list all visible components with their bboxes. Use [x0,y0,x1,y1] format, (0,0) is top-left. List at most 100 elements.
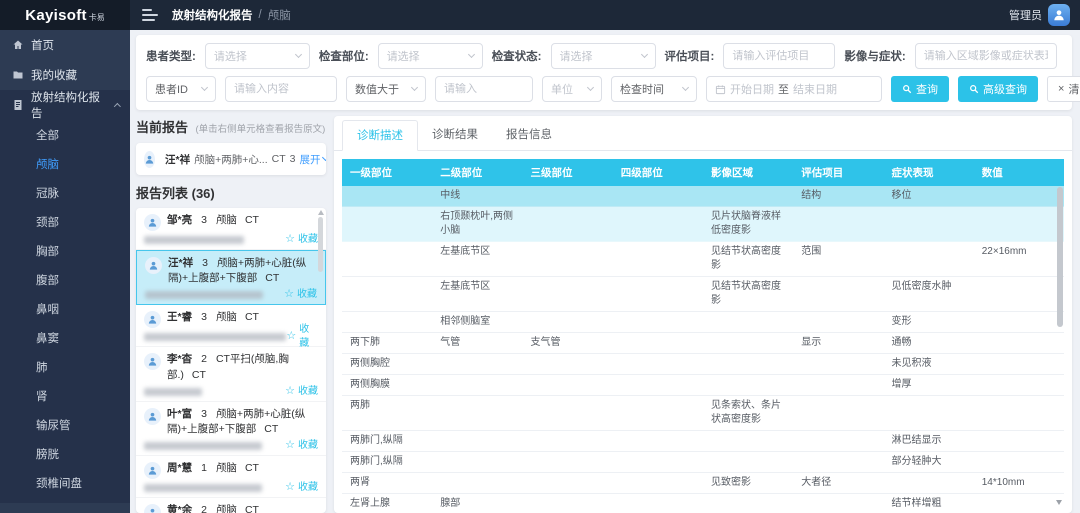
sidebar-subitem[interactable]: 鼻咽 [0,294,130,323]
table-row[interactable]: 左肾上腺腺部结节样增粗 [342,494,1064,507]
table-cell[interactable] [613,354,703,374]
detail-tab[interactable]: 诊断结果 [418,120,492,150]
table-cell[interactable]: 气管 [432,333,522,353]
table-cell[interactable]: 中线 [432,186,522,206]
table-cell[interactable] [703,431,793,451]
table-cell[interactable]: 腺部 [432,494,522,507]
table-cell[interactable] [613,494,703,507]
exam-part-select[interactable]: 请选择 [378,43,483,69]
value-compare-select[interactable]: 数值大于 [346,76,426,102]
table-cell[interactable] [342,312,432,332]
table-cell[interactable] [974,333,1064,353]
sidebar-subitem[interactable]: 肺 [0,352,130,381]
report-list-item[interactable]: 王*睿3颅脑CT ☆ 收藏 [136,305,326,347]
table-cell[interactable] [703,186,793,206]
table-cell[interactable] [703,333,793,353]
table-cell[interactable] [342,277,432,311]
table-cell[interactable] [523,396,613,430]
table-cell[interactable] [974,375,1064,395]
sidebar-subitem[interactable]: 冠脉 [0,178,130,207]
report-list-item[interactable]: 李*杳2CT平扫(颅脑,胸部.)CT ☆ 收藏 [136,347,326,401]
table-cell[interactable] [974,207,1064,241]
table-cell[interactable] [974,396,1064,430]
table-cell[interactable] [974,431,1064,451]
table-cell[interactable] [342,186,432,206]
table-cell[interactable]: 变形 [884,312,974,332]
table-cell[interactable] [613,396,703,430]
table-cell[interactable] [793,354,883,374]
table-cell[interactable] [793,312,883,332]
table-cell[interactable] [523,494,613,507]
breadcrumb-root[interactable]: 放射结构化报告 [172,7,253,23]
menu-collapse-icon[interactable] [142,9,158,21]
table-cell[interactable] [432,354,522,374]
table-cell[interactable]: 见结节状高密度影 [703,242,793,276]
table-row[interactable]: 相邻侧脑室变形 [342,312,1064,333]
table-cell[interactable]: 见致密影 [703,473,793,493]
table-cell[interactable] [613,312,703,332]
table-cell[interactable] [432,473,522,493]
table-cell[interactable] [432,431,522,451]
table-cell[interactable] [342,207,432,241]
favorite-button[interactable]: ☆ 收藏 [286,323,318,352]
table-cell[interactable] [974,277,1064,311]
date-range-picker[interactable]: 开始日期 至 结束日期 [706,76,882,102]
table-cell[interactable]: 右顶颞枕叶,两侧小脑 [432,207,522,241]
table-cell[interactable] [793,494,883,507]
patient-id-field-select[interactable]: 患者ID [146,76,216,102]
unit-select[interactable]: 单位 [542,76,602,102]
table-cell[interactable]: 两肺门,纵隔 [342,431,432,451]
table-cell[interactable] [703,375,793,395]
sidebar-item-favorites[interactable]: 我的收藏 [0,60,130,90]
clear-button[interactable]: × 清空 [1047,76,1080,102]
table-cell[interactable]: 14*10mm [974,473,1064,493]
table-cell[interactable] [342,242,432,276]
table-cell[interactable]: 支气管 [523,333,613,353]
table-cell[interactable]: 22×16mm [974,242,1064,276]
table-cell[interactable] [793,375,883,395]
sidebar-subitem[interactable]: 膀胱 [0,439,130,468]
sidebar-item-home[interactable]: 首页 [0,30,130,60]
sidebar-subitem[interactable]: 输尿管 [0,410,130,439]
table-cell[interactable] [523,375,613,395]
table-cell[interactable]: 见条索状、条片状高密度影 [703,396,793,430]
table-cell[interactable] [523,207,613,241]
table-cell[interactable]: 见结节状高密度影 [703,277,793,311]
table-cell[interactable]: 显示 [793,333,883,353]
table-cell[interactable] [523,186,613,206]
sidebar-subitem[interactable]: 胸部 [0,236,130,265]
report-list-item[interactable]: 黄*余2颅脑CT ☆ 收藏 [136,498,326,513]
table-row[interactable]: 两肾见致密影大者径14*10mm [342,473,1064,494]
table-cell[interactable]: 见片状脑脊液样低密度影 [703,207,793,241]
advanced-search-button[interactable]: 高级查询 [958,76,1038,102]
table-cell[interactable] [613,431,703,451]
table-cell[interactable] [523,312,613,332]
favorite-button[interactable]: ☆ 收藏 [285,384,318,400]
table-cell[interactable] [613,186,703,206]
table-cell[interactable] [703,354,793,374]
table-cell[interactable] [613,333,703,353]
table-cell[interactable]: 结构 [793,186,883,206]
table-row[interactable]: 两肺门,纵隔淋巴结显示 [342,431,1064,452]
table-cell[interactable]: 两肺门,纵隔 [342,452,432,472]
search-button[interactable]: 查询 [891,76,949,102]
table-cell[interactable]: 左基底节区 [432,242,522,276]
sidebar-subitem[interactable]: 鼻窦 [0,323,130,352]
table-cell[interactable]: 左肾上腺 [342,494,432,507]
table-row[interactable]: 两肺门,纵隔部分轻肿大 [342,452,1064,473]
sidebar-subitem[interactable]: 腹部 [0,265,130,294]
exam-status-select[interactable]: 请选择 [551,43,656,69]
table-cell[interactable] [884,207,974,241]
table-cell[interactable] [793,277,883,311]
table-cell[interactable] [613,277,703,311]
table-cell[interactable] [523,452,613,472]
table-cell[interactable] [884,473,974,493]
current-report-card[interactable]: 汪*祥 颅脑+两肺+心... CT 3 展开 [136,143,326,175]
table-cell[interactable] [703,312,793,332]
patient-id-input[interactable] [234,83,328,95]
table-cell[interactable] [974,452,1064,472]
table-cell[interactable] [613,473,703,493]
image-symptom-input[interactable] [924,50,1048,62]
table-row[interactable]: 两下肺气管支气管显示通畅 [342,333,1064,354]
table-cell[interactable]: 两下肺 [342,333,432,353]
